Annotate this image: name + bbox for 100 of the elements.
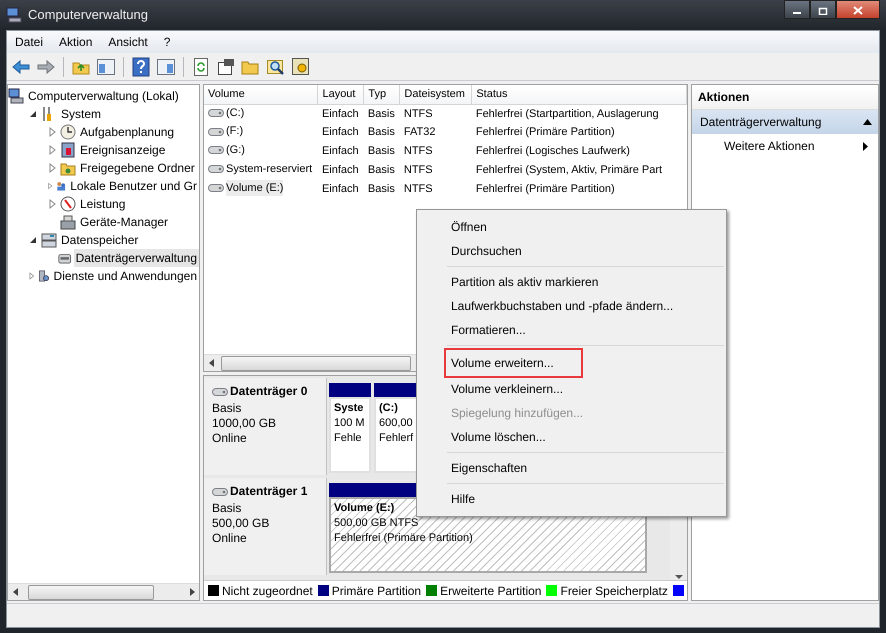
- menu-item[interactable]: Volume löschen...: [445, 425, 552, 449]
- partition-bar: [329, 383, 371, 397]
- disk-info-panel[interactable]: Datenträger 1 Basis 500,00 GB Online: [204, 478, 327, 575]
- action-label: Weitere Aktionen: [724, 138, 814, 155]
- scroll-thumb[interactable]: [221, 356, 411, 370]
- column-header[interactable]: Dateisystem: [400, 85, 472, 104]
- disk-state: Online: [212, 530, 248, 546]
- partition-size: 100 M: [334, 416, 365, 431]
- close-icon: [853, 6, 863, 16]
- submenu-arrow-icon: [863, 142, 868, 150]
- gauge-icon: [60, 196, 76, 212]
- tree-item[interactable]: Computerverwaltung (Lokal): [26, 87, 181, 105]
- menu-item[interactable]: Partition als aktiv markieren: [445, 270, 604, 294]
- disk-state: Online: [212, 430, 248, 446]
- computer-icon: [8, 88, 24, 104]
- table-cell-text: Fehlerfrei (Primäre Partition): [474, 182, 616, 197]
- clock-icon: [60, 124, 76, 140]
- section-label: Datenträgerverwaltung: [700, 114, 822, 131]
- menu-item[interactable]: Volume verkleinern...: [445, 377, 570, 401]
- menu-item[interactable]: Volume erweitern...: [445, 349, 582, 377]
- table-cell-text: Einfach: [320, 144, 360, 160]
- minimize-button[interactable]: [784, 0, 810, 19]
- column-header[interactable]: Typ: [364, 85, 400, 104]
- tree-item[interactable]: Datenträgerverwaltung: [74, 249, 199, 267]
- partition-name: (C:): [379, 401, 398, 416]
- menu-item[interactable]: Aktion: [53, 33, 98, 51]
- partition-block[interactable]: Syste 100 M Fehle: [329, 397, 371, 473]
- drive-label[interactable]: Volume (E:): [226, 180, 284, 196]
- table-cell: Basis: [364, 104, 400, 124]
- table-cell: Einfach: [318, 104, 364, 124]
- menu-item[interactable]: Laufwerkbuchstaben und -pfade ändern...: [445, 294, 680, 318]
- tree-item[interactable]: System: [59, 105, 104, 123]
- column-header[interactable]: Status: [472, 85, 686, 104]
- device-icon: [60, 214, 76, 230]
- close-button[interactable]: [836, 0, 880, 19]
- refresh-icon[interactable]: [191, 56, 211, 76]
- menu-item[interactable]: Durchsuchen: [445, 239, 528, 263]
- legend-label: Nicht zugeordnet: [222, 582, 313, 600]
- disk-type: Basis: [212, 500, 242, 516]
- table-cell-text: NTFS: [402, 162, 434, 178]
- menu-item[interactable]: Öffnen: [445, 215, 493, 239]
- expand-arrow-icon[interactable]: [46, 180, 54, 192]
- expand-arrow-icon[interactable]: [27, 270, 36, 282]
- drive-label[interactable]: (C:): [226, 104, 244, 121]
- scroll-right-icon[interactable]: [188, 588, 194, 596]
- column-header[interactable]: Layout: [318, 85, 364, 104]
- scroll-left-icon[interactable]: [12, 588, 18, 596]
- tree-item[interactable]: Ereignisanzeige: [78, 141, 168, 159]
- menu-item[interactable]: Ansicht: [102, 33, 154, 51]
- column-header[interactable]: Volume: [204, 85, 318, 104]
- drive-label[interactable]: (G:): [226, 142, 245, 158]
- actions-section[interactable]: Datenträgerverwaltung: [692, 110, 878, 134]
- drive-label[interactable]: System-reserviert: [226, 160, 312, 178]
- scroll-thumb[interactable]: [28, 584, 154, 600]
- drive-icon: [208, 126, 224, 136]
- partition-status: Fehle: [334, 431, 362, 446]
- tree-item[interactable]: Geräte-Manager: [78, 213, 170, 231]
- table-cell-text: NTFS: [402, 182, 434, 197]
- table-cell-text: Fehlerfrei (Primäre Partition): [474, 125, 616, 140]
- partition-name: Syste: [334, 401, 364, 416]
- scroll-down-icon[interactable]: [674, 574, 682, 580]
- window-title: Computerverwaltung: [28, 6, 148, 24]
- properties-icon[interactable]: [216, 56, 236, 76]
- log-icon: [60, 142, 76, 158]
- tree-item[interactable]: Aufgabenplanung: [78, 123, 176, 141]
- drive-icon: [208, 164, 224, 174]
- drive-icon: [208, 145, 224, 156]
- partition-status: Fehlerfrei (Primäre Partition): [334, 531, 473, 546]
- help-icon[interactable]: [131, 56, 151, 76]
- menu-item[interactable]: Eigenschaften: [445, 456, 534, 480]
- legend-label: Erweiterte Partition: [440, 582, 542, 600]
- partition-size: 600,00: [379, 416, 413, 431]
- drive-label[interactable]: (F:): [226, 123, 244, 140]
- table-cell-text: FAT32: [402, 125, 436, 140]
- scroll-left-icon[interactable]: [208, 359, 214, 367]
- legend-label: Freier Speicherplatz: [560, 582, 668, 600]
- menu-item[interactable]: Formatieren...: [445, 318, 532, 342]
- collapse-arrow-icon: [863, 119, 872, 125]
- legend-label: Primäre Partition: [332, 582, 422, 600]
- tree-item[interactable]: Datenspeicher: [59, 231, 140, 249]
- tree-item[interactable]: Leistung: [78, 195, 128, 213]
- menu-item[interactable]: ?: [158, 33, 176, 51]
- tree-item[interactable]: Lokale Benutzer und Gr: [68, 177, 199, 195]
- panel-icon[interactable]: [96, 56, 116, 76]
- tree-item[interactable]: Dienste und Anwendungen: [52, 267, 199, 285]
- computer-icon: [6, 7, 22, 23]
- menu-item[interactable]: Datei: [9, 33, 50, 51]
- tree-item[interactable]: Freigegebene Ordner: [78, 159, 197, 177]
- table-cell-text: Basis: [366, 144, 396, 160]
- drive-icon: [208, 182, 224, 193]
- table-cell-text: Einfach: [320, 125, 360, 140]
- disk-info-panel[interactable]: Datenträger 0 Basis 1000,00 GB Online: [204, 378, 327, 475]
- disk-name: Datenträger 1: [230, 484, 308, 499]
- table-cell-text: NTFS: [402, 144, 434, 160]
- settings-icon[interactable]: [291, 56, 311, 76]
- table-cell-text: Fehlerfrei (System, Aktiv, Primäre Part: [474, 162, 664, 178]
- panel-icon[interactable]: [156, 56, 176, 76]
- partition-name: Volume (E:): [334, 501, 394, 516]
- maximize-button[interactable]: [810, 0, 836, 19]
- action-item[interactable]: Weitere Aktionen: [692, 134, 878, 158]
